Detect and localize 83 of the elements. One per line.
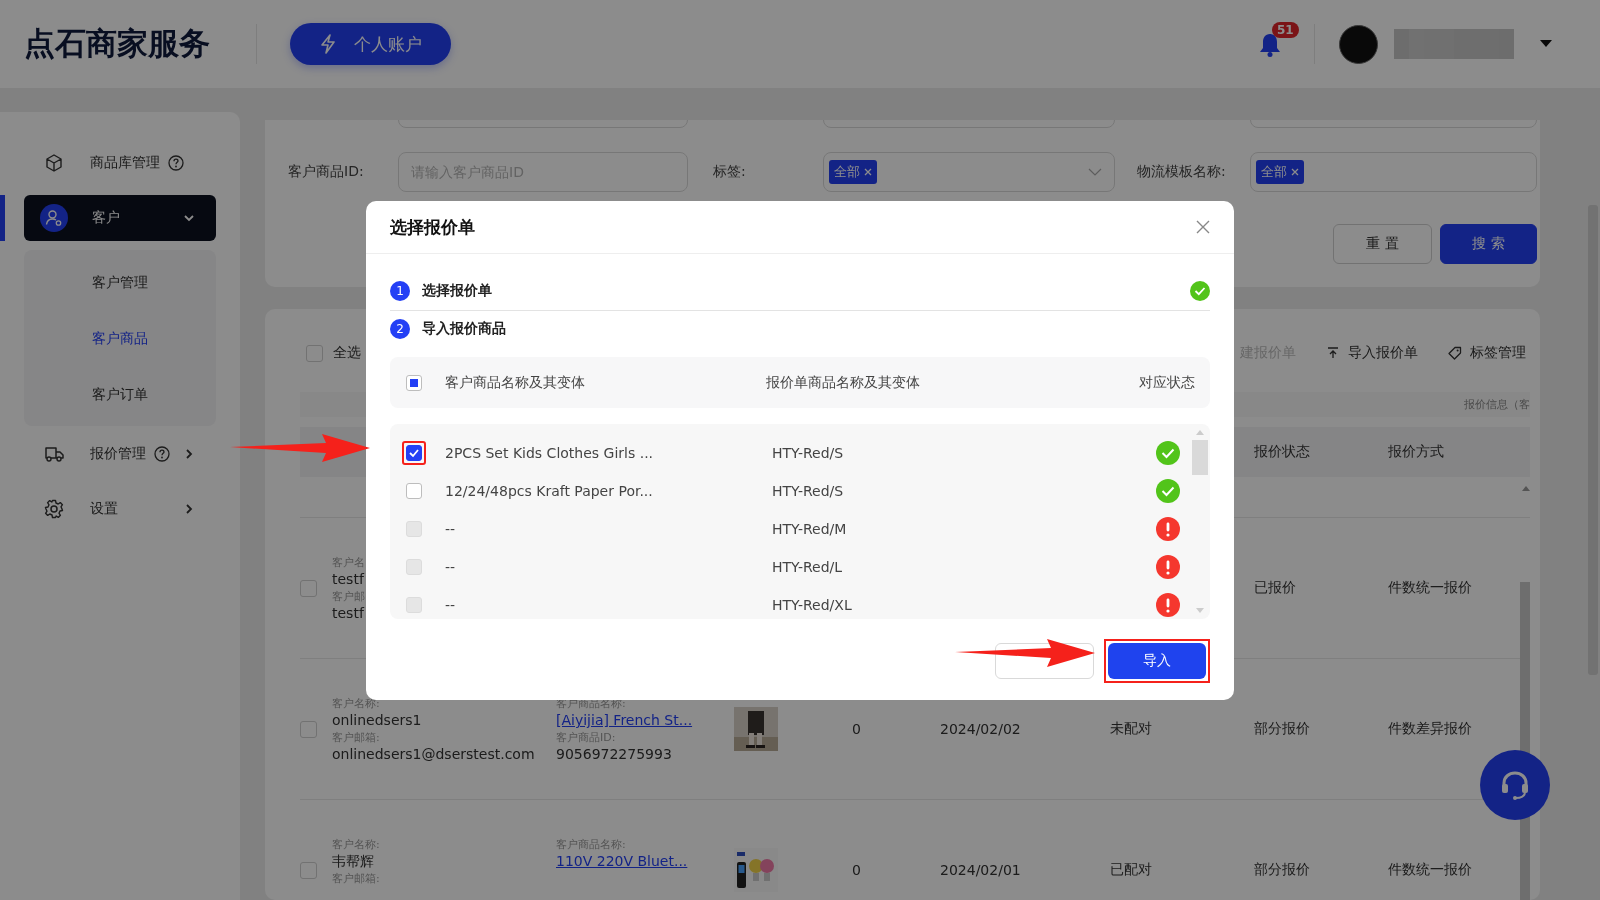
submenu-item[interactable]: 客户管理 [24,254,216,310]
field-value: 韦帮辉 [332,852,374,871]
truck-icon [44,444,64,464]
field-value: testf [332,570,364,589]
settings-icon [44,499,64,519]
table-cell: 件数统一报价 [1388,579,1472,598]
table-cell: 件数差异报价 [1388,720,1472,739]
import-button[interactable]: 导入 [1108,643,1206,679]
caret-icon[interactable] [1540,40,1552,48]
select-field[interactable]: 全部 [1250,152,1537,192]
table-cell: 0 [852,721,861,738]
column-header: 报价方式 [1388,443,1445,462]
scrollbar[interactable] [1192,440,1208,475]
field-value: 9056972275993 [556,745,672,764]
column-header: 客户商品名称及其变体 [445,373,586,392]
filter-tag[interactable]: 全部 [829,160,877,184]
field-value: onlinedsers1@dserstest.com [332,745,535,764]
lightning-icon [319,34,336,54]
toolbar-button[interactable]: 标签管理 [1448,344,1526,363]
user-icon [40,204,68,232]
filter-tag[interactable]: 全部 [1256,160,1304,184]
table-cell: 2024/02/01 [940,862,1021,879]
checkbox[interactable] [406,374,422,391]
bell-icon [1258,32,1282,58]
step-title: 导入报价商品 [422,320,506,338]
sidebar-item[interactable]: 商品库管理 [24,140,216,186]
sidebar-item[interactable]: 客户 [24,195,216,241]
search-button[interactable]: 搜 索 [1440,224,1537,264]
field-label: 标签: [713,163,747,181]
table-cell-text: -- [445,597,457,613]
step-number: 1 [390,281,410,301]
scroll-up-icon [1196,430,1204,435]
table-cell-text: -- [445,559,457,575]
checkbox-label: 全选 [333,344,361,363]
checkbox[interactable] [406,483,422,499]
table-cell: HTY-Red/S [772,483,844,499]
scroll-up-icon [1522,485,1530,492]
table-cell: 部分报价 [1254,720,1310,739]
table-cell: 部分报价 [1254,861,1310,880]
table-cell: HTY-Red/L [772,559,843,575]
product-link[interactable]: 110V 220V Bluet... [556,852,688,871]
table-cell-text: 12/24/48pcs Kraft Paper Por... [445,483,654,499]
upload-icon [1326,346,1340,361]
submenu-item[interactable]: 客户订单 [24,366,216,422]
column-header: 对应状态 [1139,373,1195,392]
sidebar-item[interactable]: 报价管理 [24,431,216,477]
notification-badge: 51 [1272,22,1299,38]
submenu-item[interactable]: 客户商品 [24,310,216,366]
close-icon [864,168,872,176]
product-link[interactable]: [Aiyijia] French St... [556,711,693,730]
column-header: 报价状态 [1254,443,1311,462]
table-cell-text: -- [445,521,457,537]
sidebar-item[interactable]: 设置 [24,486,216,532]
table-cell: HTY-Red/S [772,445,844,461]
table-cell: HTY-Red/M [772,521,847,537]
account-button[interactable]: 个人账户 [290,23,451,65]
table-cell: 0 [852,862,861,879]
table-cell: 2024/02/02 [940,721,1021,738]
tag-icon [1448,346,1462,361]
field-value: onlinedsers1 [332,711,422,730]
table-cell: 已报价 [1254,579,1296,598]
reset-button[interactable]: 重 置 [1333,224,1432,264]
chevron-down-icon [1088,167,1102,177]
close-icon [1291,168,1299,176]
avatar[interactable] [1339,24,1378,64]
select-field[interactable]: 全部 [823,152,1115,192]
field-value: testf [332,604,364,623]
table-cell-text: 2PCS Set Kids Clothes Girls ... [445,445,655,461]
column-header: 报价单商品名称及其变体 [766,373,920,392]
dialog-title: 选择报价单 [390,215,475,239]
close-icon[interactable] [1196,220,1210,234]
field-label: 物流模板名称: [1137,163,1227,181]
table-cell: HTY-Red/XL [772,597,852,613]
toolbar-button[interactable]: 导入报价单 [1326,344,1418,363]
cube-icon [44,153,64,173]
table-cell: 件数统一报价 [1388,861,1472,880]
table-cell: 已配对 [1110,861,1152,880]
table-cell: 未配对 [1110,720,1152,739]
scroll-down-icon [1196,608,1204,613]
logo: 点石商家服务 [24,24,211,63]
field-label: 客户商品ID: [288,163,365,181]
step-number: 2 [390,319,410,339]
step-title: 选择报价单 [422,282,492,300]
